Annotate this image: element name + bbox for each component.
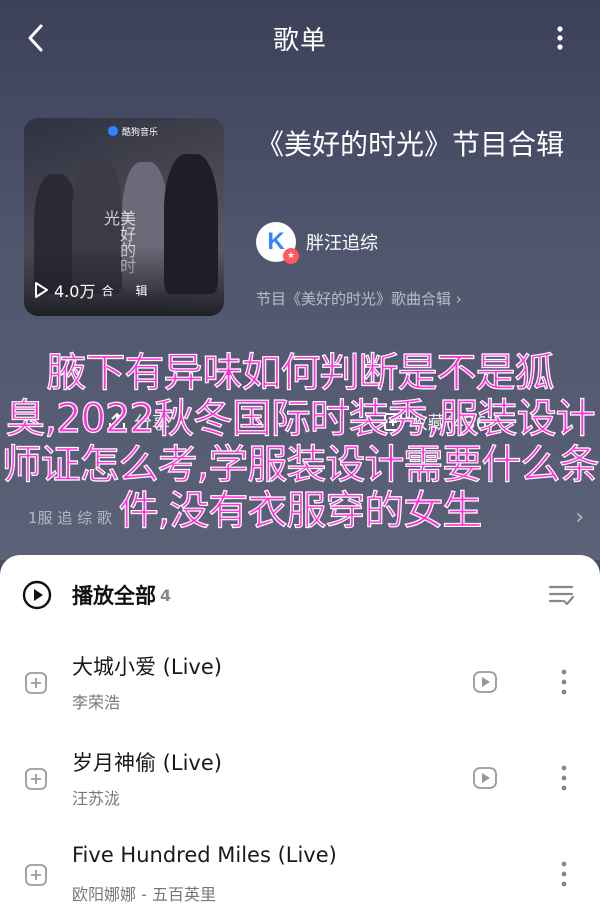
top-bar: 歌单 <box>0 0 600 76</box>
add-song-icon[interactable] <box>24 767 48 791</box>
chevron-right-icon: › <box>575 504 584 530</box>
play-all-row[interactable]: 播放全部 4 <box>22 575 578 615</box>
song-row[interactable]: 大城小爱 (Live) 李荣浩 <box>0 637 600 733</box>
back-button[interactable] <box>18 20 54 56</box>
play-count-value: 4.0万 <box>54 282 96 301</box>
play-icon <box>35 282 48 298</box>
song-artist: 汪苏泷 <box>72 789 121 808</box>
more-vertical-icon[interactable] <box>552 859 576 889</box>
play-all-label: 播放全部 <box>72 584 156 608</box>
song-title: 大城小爱 (Live) <box>72 655 222 679</box>
add-song-icon[interactable] <box>24 671 48 695</box>
page-title: 歌单 <box>272 25 327 56</box>
song-row[interactable]: 岁月神偷 (Live) 汪苏泷 <box>0 733 600 829</box>
source-link[interactable]: 节目《美好的时光》歌曲合辑 › <box>256 288 462 309</box>
play-count-extra: 辑 <box>135 283 148 298</box>
verified-badge-icon: ★ <box>283 248 299 264</box>
author-link[interactable]: K ★ 胖汪追综 <box>256 222 378 264</box>
share-label: 分享 <box>133 413 170 434</box>
song-title: 岁月神偷 (Live) <box>72 751 222 775</box>
song-list-panel: 播放全部 4 大城小爱 (Live) 李荣浩 岁月神偷 (Live) 汪苏泷 F… <box>0 555 600 922</box>
multi-select-icon[interactable] <box>548 583 574 607</box>
author-name: 胖汪追综 <box>306 233 378 254</box>
song-artist: 李荣浩 <box>72 693 121 712</box>
description-row[interactable]: 1服 追 综 歌 › <box>28 500 584 534</box>
add-song-icon[interactable] <box>24 863 48 887</box>
description-text: 1服 追 综 歌 <box>28 508 112 527</box>
kugou-logo-icon <box>108 126 118 136</box>
stats-row: 分享 收藏(436) <box>0 400 600 444</box>
share-icon <box>108 412 125 431</box>
mv-play-icon[interactable] <box>472 765 498 791</box>
cover-brand-label: 酷狗音乐 <box>122 127 159 138</box>
cover-brand: 酷狗音乐 <box>108 124 158 138</box>
album-cover[interactable]: 酷狗音乐 美好的时光 4.0万 合 辑 <box>24 118 224 316</box>
more-vertical-icon[interactable] <box>552 763 576 793</box>
album-title: 《美好的时光》节目合辑 <box>256 128 565 161</box>
collect-button[interactable]: 收藏(436) <box>382 409 494 435</box>
song-row[interactable]: Five Hundred Miles (Live) 欧阳娜娜 - 五百英里 <box>0 829 600 922</box>
more-vertical-icon <box>557 26 563 50</box>
more-button[interactable] <box>542 20 578 56</box>
more-vertical-icon[interactable] <box>552 667 576 697</box>
play-circle-icon <box>22 580 52 610</box>
avatar-logo-icon: K <box>267 228 285 255</box>
mv-play-icon[interactable] <box>472 669 498 695</box>
play-all-count: 4 <box>160 585 172 605</box>
song-title: Five Hundred Miles (Live) <box>72 843 337 867</box>
play-count-unit: 合 <box>101 283 114 298</box>
collect-label: 收藏(436) <box>409 413 495 434</box>
chevron-left-icon <box>28 24 43 52</box>
avatar: K ★ <box>256 222 299 264</box>
song-artist: 欧阳娜娜 - 五百英里 <box>72 885 216 904</box>
collect-icon <box>383 413 402 431</box>
play-count: 4.0万 合 辑 <box>34 278 147 302</box>
share-button[interactable]: 分享 <box>106 409 170 435</box>
